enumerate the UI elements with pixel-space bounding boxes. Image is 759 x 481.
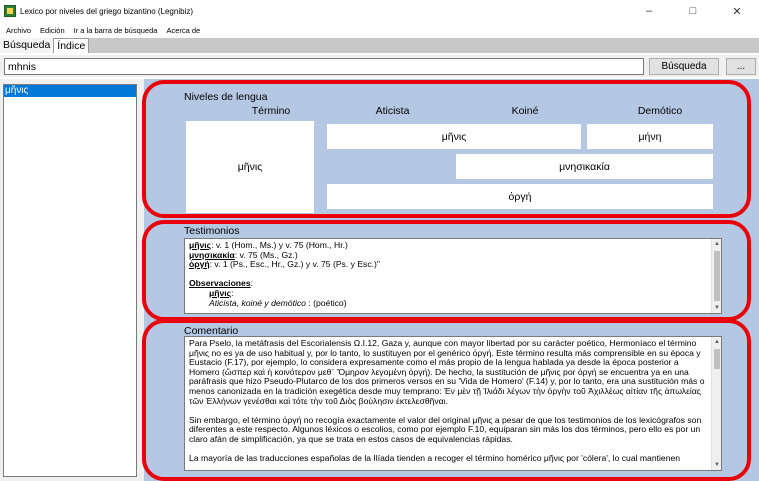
testimonio-ref: : v. 1 (Hom., Ms.) y v. 75 (Hom., Hr.) [211,240,348,250]
header-demotico: Demótico [637,105,683,117]
app-icon [4,5,16,17]
term-cell: μῆνις [186,121,314,213]
comentario-text[interactable]: Para Pselo, la metáfrasis del Escorialen… [184,336,722,471]
cell-orge: ὀργή [327,184,713,209]
maximize-button[interactable]: □ [671,0,715,22]
observaciones-note: : (poético) [305,297,347,308]
search-input[interactable] [4,58,644,75]
testimonio-term: μῆνις [189,240,212,250]
scroll-up-icon[interactable]: ▲ [712,337,721,347]
testimonio-ref: : v. 75 (Ms., Gz.) [234,249,298,260]
menu-edicion[interactable]: Edición [40,26,65,35]
testimonios-title: Testimonios [184,225,240,237]
menu-archivo[interactable]: Archivo [6,26,31,35]
minimize-button[interactable]: – [627,0,671,22]
cell-menis: μῆνις [327,124,581,149]
testimonio-ref: : v. 1 (Ps., Esc., Hr., Gz.) y v. 75 (Ps… [209,259,380,270]
header-aticista: Aticista [375,105,410,117]
niveles-panel: Niveles de lengua Término Aticista Koiné… [180,91,725,217]
menu-ir-barra-busqueda[interactable]: Ir a la barra de búsqueda [74,26,158,35]
header-koine: Koiné [511,105,539,117]
scroll-up-icon[interactable]: ▲ [712,239,721,249]
header-termino: Término [251,105,291,117]
entry-panel: Niveles de lengua Término Aticista Koiné… [142,79,759,481]
window-controls: – □ ✕ [627,0,759,22]
close-button[interactable]: ✕ [715,0,759,22]
niveles-title: Niveles de lengua [184,91,268,103]
testimonios-scrollbar[interactable]: ▲ ▼ [711,239,721,313]
observaciones-levels: Aticista, koiné y demótico [209,297,306,308]
comentario-scrollbar[interactable]: ▲ ▼ [711,337,721,470]
scroll-thumb[interactable] [714,251,720,301]
testimonios-text[interactable]: μῆνις: v. 1 (Hom., Ms.) y v. 75 (Hom., H… [184,238,722,314]
window-title: Lexico por niveles del griego bizantino … [20,6,193,16]
observaciones-term: μῆνις [209,287,232,298]
menu-acerca-de[interactable]: Acerca de [166,26,200,35]
testimonio-term: ὀργή [189,259,210,270]
scroll-down-icon[interactable]: ▼ [712,460,721,470]
comentario-paragraph: La mayoría de las traducciones españolas… [189,453,681,464]
results-list[interactable]: μῆνις [3,84,137,477]
tab-indice[interactable]: Índice [53,38,90,53]
menu-bar: Archivo Edición Ir a la barra de búsqued… [0,23,209,37]
list-item[interactable]: μῆνις [4,85,136,97]
tab-busqueda[interactable]: Búsqueda [0,38,54,53]
search-button[interactable]: Búsqueda [649,58,719,75]
more-button[interactable]: ... [726,58,756,75]
search-row: Búsqueda ... [0,55,759,77]
cell-mnesikakia: μνησικακία [456,154,713,179]
title-bar: Lexico por niveles del griego bizantino … [0,0,759,22]
observaciones-title: Observaciones [189,278,251,289]
comentario-paragraph: Sin embargo, el término ὀργή no recogía … [189,414,702,444]
scroll-down-icon[interactable]: ▼ [712,303,721,313]
testimonio-term: μνησικακία [189,249,235,260]
comentario-paragraph: Para Pselo, la metáfrasis del Escorialen… [189,338,705,406]
main-area: μῆνις Niveles de lengua Término Aticista… [0,79,759,481]
scroll-thumb[interactable] [714,349,720,369]
cell-mene: μήνη [587,124,713,149]
tab-strip: Búsqueda Índice [0,38,759,53]
